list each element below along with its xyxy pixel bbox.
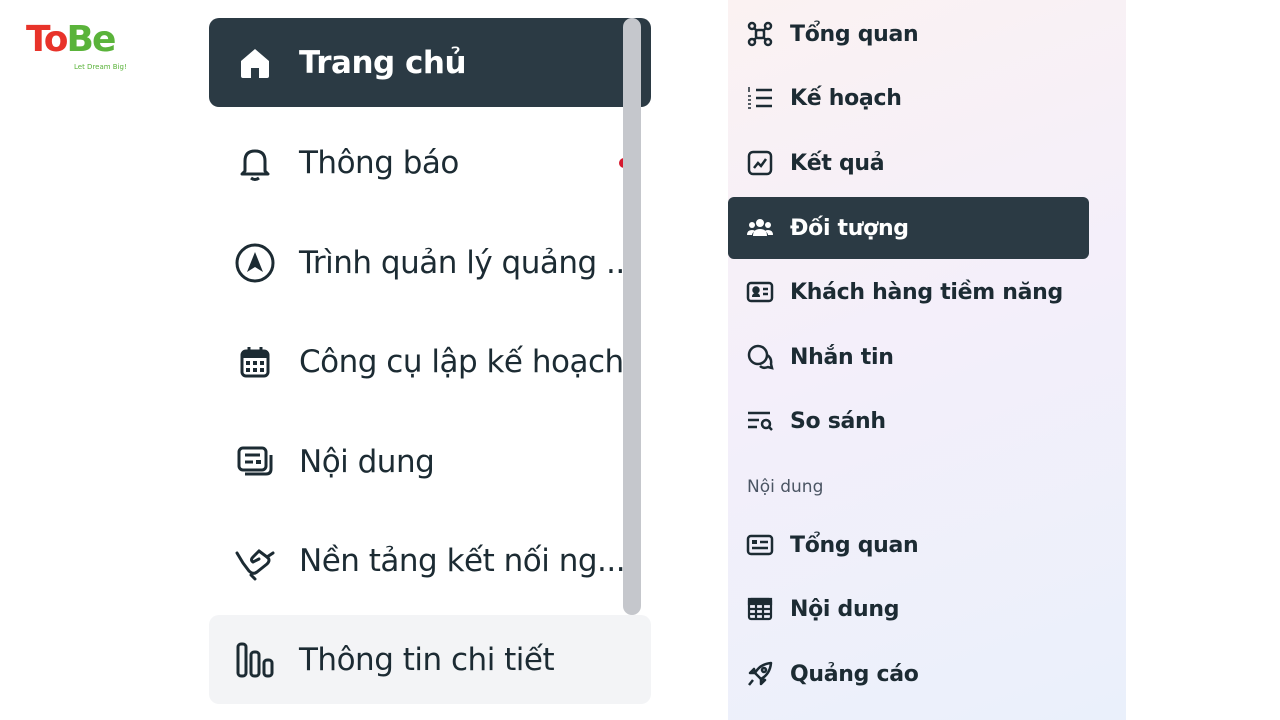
menu-item-content-overview[interactable]: Tổng quan: [728, 514, 1089, 576]
list-search-icon: [745, 406, 775, 436]
sidebar-item-home[interactable]: Trang chủ: [209, 18, 651, 107]
menu-item-plan[interactable]: Kế hoạch: [728, 67, 1089, 129]
sidebar-item-content[interactable]: Nội dung: [209, 417, 651, 506]
menu-item-leads[interactable]: Khách hàng tiềm năng: [728, 261, 1089, 323]
menu-item-label: Tổng quan: [790, 532, 919, 558]
table-grid-icon: [745, 594, 775, 624]
menu-item-label: Nội dung: [790, 596, 900, 622]
right-sidebar: Tổng quan Kế hoạch Kết quả Đối tượng Khá…: [728, 0, 1126, 720]
id-card-icon: [745, 530, 775, 560]
home-icon: [233, 41, 277, 85]
menu-item-label: Kết quả: [790, 150, 885, 176]
bar-chart-icon: [233, 638, 277, 682]
menu-item-label: Quảng cáo: [790, 661, 919, 687]
menu-item-ads[interactable]: Quảng cáo: [728, 643, 1089, 705]
menu-item-results[interactable]: Kết quả: [728, 132, 1089, 194]
menu-item-label: Kế hoạch: [790, 85, 902, 111]
sidebar-item-label: Thông tin chi tiết: [299, 641, 555, 678]
menu-item-audience[interactable]: Đối tượng: [728, 197, 1089, 259]
contact-card-icon: [745, 277, 775, 307]
handshake-icon: [233, 539, 277, 583]
line-chart-icon: [745, 148, 775, 178]
menu-item-label: Nhắn tin: [790, 344, 894, 370]
sidebar-item-label: Trang chủ: [299, 44, 467, 81]
left-sidebar: Trang chủ Thông báo Trình quản lý quảng …: [209, 18, 651, 708]
sidebar-item-notifications[interactable]: Thông báo: [209, 118, 651, 207]
sidebar-item-label: Thông báo: [299, 144, 459, 181]
bell-icon: [233, 141, 277, 185]
logo-wordmark: ToBe: [26, 19, 116, 60]
sidebar-item-label: Nội dung: [299, 443, 435, 480]
menu-item-label: Tổng quan: [790, 21, 919, 47]
logo-tagline: Let Dream Big!: [74, 63, 127, 71]
navigation-arrow-icon: [233, 241, 277, 285]
network-nodes-icon: [745, 19, 775, 49]
menu-item-content-posts[interactable]: Nội dung: [728, 578, 1089, 640]
sidebar-item-label: Nền tảng kết nối ng...: [299, 542, 626, 579]
rocket-icon: [745, 659, 775, 689]
sidebar-item-planner[interactable]: Công cụ lập kế hoạch: [209, 317, 651, 406]
calendar-icon: [233, 340, 277, 384]
section-heading-content: Nội dung: [747, 477, 824, 497]
content-stack-icon: [233, 440, 277, 484]
menu-item-label: Đối tượng: [790, 215, 909, 241]
sidebar-item-ads-manager[interactable]: Trình quản lý quảng ...: [209, 218, 651, 307]
sidebar-item-label: Trình quản lý quảng ...: [299, 244, 635, 281]
sidebar-item-connect-platform[interactable]: Nền tảng kết nối ng...: [209, 516, 651, 605]
menu-item-messaging[interactable]: Nhắn tin: [728, 326, 1089, 388]
chat-bubbles-icon: [745, 342, 775, 372]
sidebar-item-label: Công cụ lập kế hoạch: [299, 343, 624, 380]
brand-logo: ToBe Let Dream Big!: [26, 18, 136, 78]
sidebar-scrollbar[interactable]: [623, 18, 641, 615]
numbered-list-icon: [745, 83, 775, 113]
menu-item-label: So sánh: [790, 408, 886, 434]
people-icon: [745, 213, 775, 243]
menu-item-compare[interactable]: So sánh: [728, 390, 1089, 452]
sidebar-item-insights[interactable]: Thông tin chi tiết: [209, 615, 651, 704]
menu-item-label: Khách hàng tiềm năng: [790, 279, 1063, 305]
menu-item-overview[interactable]: Tổng quan: [728, 3, 1089, 65]
